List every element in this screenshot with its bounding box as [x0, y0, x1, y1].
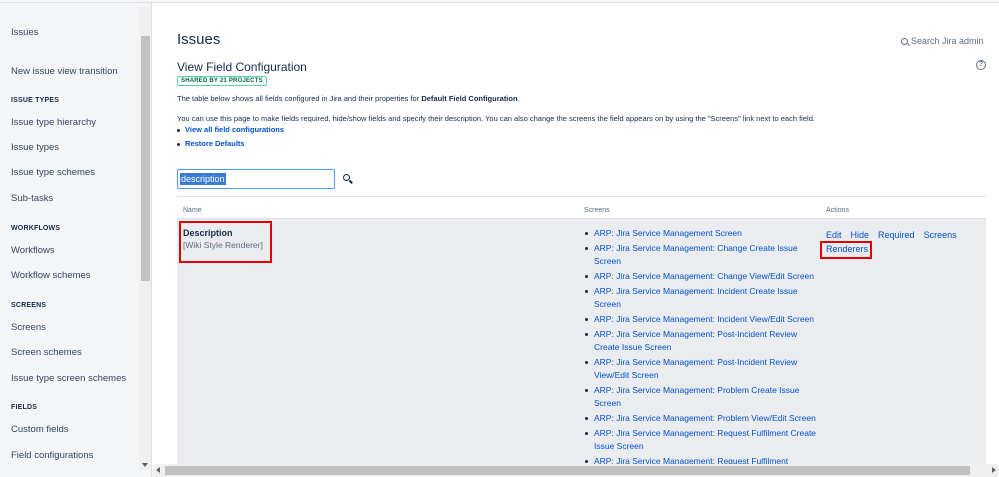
screens-list: ARP: Jira Service Management Screen ARP:… [584, 227, 824, 470]
instructions-text: You can use this page to make fields req… [177, 114, 815, 123]
scroll-right-icon[interactable] [992, 467, 996, 473]
sidebar-item-workflow-schemes[interactable]: Workflow schemes [11, 270, 91, 281]
edit-link[interactable]: Edit [826, 230, 842, 240]
required-link[interactable]: Required [878, 230, 915, 240]
description-text: The table below shows all fields configu… [177, 94, 520, 103]
table-row: Description [Wiki Style Renderer] ARP: J… [177, 219, 986, 469]
sidebar-scrollbar[interactable] [139, 6, 151, 470]
column-header-screens: Screens [584, 207, 610, 214]
view-all-field-configurations-link[interactable]: View all field configurations [185, 125, 284, 134]
table-top-divider [177, 196, 986, 197]
help-icon[interactable]: ? [976, 60, 986, 70]
shared-projects-badge[interactable]: SHARED BY 21 PROJECTS [177, 76, 267, 86]
screen-link[interactable]: ARP: Jira Service Management: Incident C… [584, 285, 824, 311]
horizontal-scrollbar[interactable] [153, 464, 999, 477]
sidebar-heading-workflows: WORKFLOWS [11, 225, 61, 232]
sidebar-item-issues[interactable]: Issues [11, 27, 38, 38]
search-jira-admin[interactable]: Search Jira admin [901, 36, 984, 46]
row-actions: Edit Hide Required Screens [826, 230, 966, 240]
sidebar-item-field-configurations[interactable]: Field configurations [11, 450, 93, 461]
sidebar-item-issue-types[interactable]: Issue types [11, 142, 59, 153]
hide-link[interactable]: Hide [851, 230, 870, 240]
sidebar-heading-fields: FIELDS [11, 404, 38, 411]
sidebar-item-issue-type-schemes[interactable]: Issue type schemes [11, 167, 95, 178]
action-links: View all field configurations Restore De… [177, 125, 284, 153]
sidebar-item-custom-fields[interactable]: Custom fields [11, 424, 69, 435]
description-suffix: . [517, 94, 520, 103]
screen-link[interactable]: ARP: Jira Service Management: Problem Cr… [584, 384, 824, 410]
screen-link[interactable]: ARP: Jira Service Management Screen [584, 227, 824, 240]
column-header-actions: Actions [826, 207, 849, 214]
search-icon[interactable] [343, 174, 353, 184]
sidebar-item-sub-tasks[interactable]: Sub-tasks [11, 193, 53, 204]
list-item: Restore Defaults [177, 139, 284, 148]
sidebar-scroll-thumb[interactable] [141, 36, 150, 281]
admin-sidebar: Issues New issue view transition ISSUE T… [0, 3, 152, 477]
horizontal-scroll-thumb[interactable] [165, 466, 970, 475]
search-jira-admin-label: Search Jira admin [911, 36, 984, 46]
sidebar-item-screen-schemes[interactable]: Screen schemes [11, 347, 82, 358]
sidebar-heading-issue-types: ISSUE TYPES [11, 97, 60, 104]
screen-link[interactable]: ARP: Jira Service Management: Problem Vi… [584, 412, 824, 425]
screens-link[interactable]: Screens [924, 230, 957, 240]
section-title: View Field Configuration [177, 60, 307, 74]
screen-link[interactable]: ARP: Jira Service Management: Post-Incid… [584, 356, 824, 382]
description-prefix: The table below shows all fields configu… [177, 94, 420, 103]
sidebar-heading-screens: SCREENS [11, 302, 47, 309]
bullet-icon [177, 142, 180, 146]
sidebar-item-issue-type-hierarchy[interactable]: Issue type hierarchy [11, 117, 96, 128]
sidebar-item-screens[interactable]: Screens [11, 322, 46, 333]
restore-defaults-link[interactable]: Restore Defaults [185, 139, 245, 148]
sidebar-item-workflows[interactable]: Workflows [11, 245, 55, 256]
column-header-name: Name [183, 207, 202, 214]
screen-link[interactable]: ARP: Jira Service Management: Change Vie… [584, 270, 824, 283]
scroll-down-icon[interactable] [142, 463, 148, 467]
list-item: View all field configurations [177, 125, 284, 134]
bullet-icon [177, 128, 180, 132]
screen-link[interactable]: ARP: Jira Service Management: Post-Incid… [584, 328, 824, 354]
main-content: Issues Search Jira admin View Field Conf… [153, 3, 999, 477]
highlight-box-renderers [820, 241, 872, 259]
page-title: Issues [177, 31, 221, 48]
sidebar-item-issue-type-screen-schemes[interactable]: Issue type screen schemes [11, 373, 126, 384]
scroll-left-icon[interactable] [156, 467, 160, 473]
highlight-box-field [179, 221, 272, 263]
field-configuration-name: Default Field Configuration [421, 94, 518, 103]
search-icon [901, 38, 908, 45]
filter-input-selected-text: description [180, 173, 226, 185]
sidebar-item-new-issue-view-transition[interactable]: New issue view transition [11, 66, 118, 77]
screen-link[interactable]: ARP: Jira Service Management: Request Fu… [584, 427, 824, 453]
screen-link[interactable]: ARP: Jira Service Management: Incident V… [584, 313, 824, 326]
screen-link[interactable]: ARP: Jira Service Management: Change Cre… [584, 242, 824, 268]
